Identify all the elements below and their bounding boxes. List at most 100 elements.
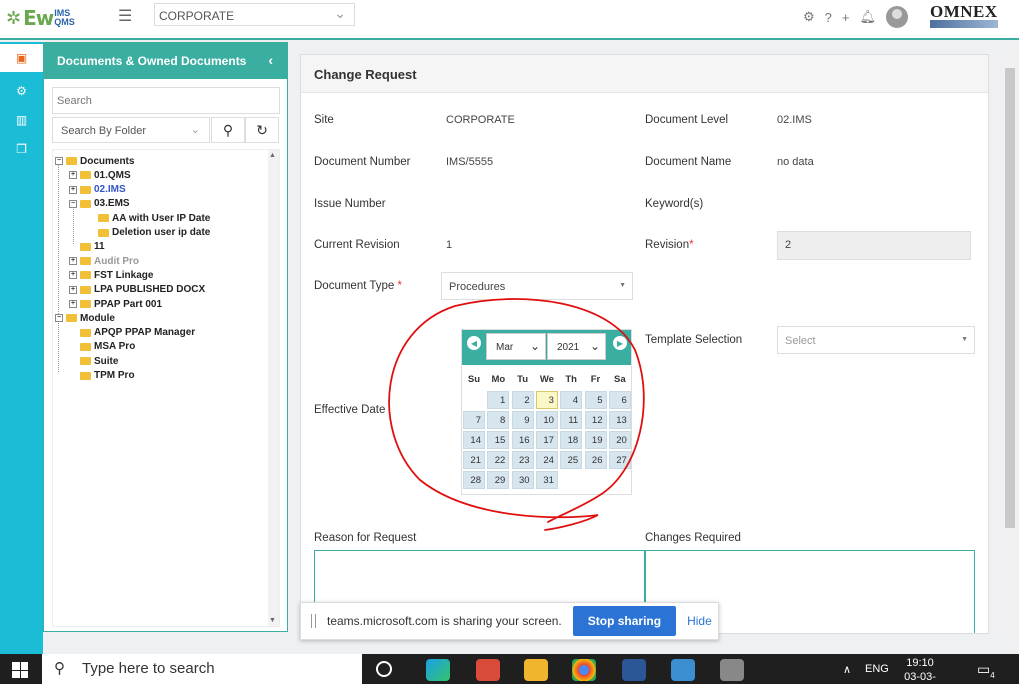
calendar-day[interactable]: 22 xyxy=(487,451,510,469)
calendar-day[interactable]: 15 xyxy=(487,431,510,449)
calendar-day[interactable]: 24 xyxy=(535,451,558,469)
calendar-day[interactable]: 12 xyxy=(584,411,607,429)
collapse-icon[interactable]: − xyxy=(69,199,77,208)
edge-icon[interactable] xyxy=(426,659,450,681)
tree-item[interactable]: + FST Linkage xyxy=(69,268,153,282)
calendar-day[interactable]: 6 xyxy=(608,391,631,409)
copy-rail-icon[interactable]: ❐ xyxy=(0,135,43,163)
month-select[interactable]: Mar ⌄ xyxy=(486,333,546,360)
paint-icon[interactable] xyxy=(720,659,744,681)
calendar-day[interactable]: 17 xyxy=(535,431,558,449)
tree-item[interactable]: Deletion user ip date xyxy=(87,226,210,240)
collapse-icon[interactable]: − xyxy=(55,314,63,323)
site-select[interactable]: CORPORATE ⌄ xyxy=(154,3,355,26)
expand-icon[interactable]: + xyxy=(69,300,77,308)
calendar-day[interactable]: 21 xyxy=(463,451,485,469)
expand-icon[interactable]: + xyxy=(69,171,77,180)
defender-icon[interactable] xyxy=(671,659,695,681)
tree-item[interactable]: AA with User IP Date xyxy=(87,211,210,225)
calendar-day[interactable]: 18 xyxy=(560,431,583,449)
expand-icon[interactable]: + xyxy=(69,285,77,294)
drag-handle-icon[interactable] xyxy=(311,614,316,628)
calendar-day-today[interactable]: 3 xyxy=(535,391,558,409)
tree-item[interactable]: − Documents xyxy=(55,154,134,168)
hide-button[interactable]: Hide xyxy=(687,614,712,628)
calendar-day[interactable]: 26 xyxy=(584,451,607,469)
calendar-day[interactable]: 23 xyxy=(511,451,534,469)
tree-item[interactable]: Suite xyxy=(69,354,118,368)
next-month-icon[interactable]: ▶ xyxy=(613,336,627,350)
expand-icon[interactable]: + xyxy=(69,257,77,266)
language-indicator[interactable]: ENG xyxy=(865,663,889,675)
calendar-day[interactable]: 5 xyxy=(584,391,607,409)
windows-start-icon[interactable] xyxy=(12,662,28,678)
main-scrollbar-thumb[interactable] xyxy=(1005,68,1015,528)
tree-item[interactable]: − 03.EMS xyxy=(69,197,130,211)
calendar-day[interactable]: 13 xyxy=(608,411,631,429)
calendar-day[interactable]: 9 xyxy=(511,411,534,429)
tree-item[interactable]: MSA Pro xyxy=(69,340,135,354)
chevron-left-icon[interactable]: ‹ xyxy=(268,52,273,68)
snip-icon[interactable] xyxy=(476,659,500,681)
help-icon[interactable]: ? xyxy=(825,10,832,25)
avatar[interactable] xyxy=(886,6,908,28)
calendar-day[interactable]: 31 xyxy=(535,471,558,489)
search-input[interactable] xyxy=(52,87,280,114)
revision-field[interactable]: 2 xyxy=(777,231,971,260)
expand-icon[interactable]: + xyxy=(69,271,77,280)
prev-month-icon[interactable]: ◀ xyxy=(467,336,481,350)
calendar-day[interactable]: 10 xyxy=(535,411,558,429)
calendar-day[interactable]: 2 xyxy=(511,391,534,409)
calendar-day[interactable]: 20 xyxy=(608,431,631,449)
search-button[interactable]: ⚲ xyxy=(211,117,245,143)
menu-icon[interactable]: ☰ xyxy=(118,6,132,26)
calendar-day[interactable]: 8 xyxy=(487,411,510,429)
folder-filter-select[interactable]: Search By Folder ⌄ xyxy=(52,117,210,143)
calendar-day[interactable]: 1 xyxy=(487,391,510,409)
tree-item[interactable]: TPM Pro xyxy=(69,369,135,383)
cogs-rail-icon[interactable]: ⚙ xyxy=(0,77,43,105)
expand-icon[interactable]: + xyxy=(69,185,77,194)
word-icon[interactable] xyxy=(622,659,646,681)
building-rail-icon[interactable]: ▥ xyxy=(0,106,43,134)
tree-item[interactable]: − Module xyxy=(55,311,115,325)
calendar-day[interactable]: 11 xyxy=(560,411,583,429)
chevron-up-icon[interactable]: ∧ xyxy=(843,663,851,676)
calendar-day[interactable]: 28 xyxy=(463,471,485,489)
notification-icon[interactable]: ▭4 xyxy=(977,661,995,680)
collapse-icon[interactable]: − xyxy=(55,157,63,165)
calendar-day[interactable]: 25 xyxy=(560,451,583,469)
tree-item[interactable]: 11 xyxy=(69,240,105,254)
tree-item[interactable]: + LPA PUBLISHED DOCX xyxy=(69,283,205,297)
tree-item[interactable]: +01.QMS xyxy=(69,168,131,182)
document-type-select[interactable]: Procedures ▼ xyxy=(441,272,633,300)
bell-icon[interactable]: 🔔︎ xyxy=(859,9,876,25)
tree-scrollbar[interactable]: ▲ ▼ xyxy=(268,150,279,626)
plus-icon[interactable]: + xyxy=(842,10,850,25)
year-select[interactable]: 2021 ⌄ xyxy=(547,333,606,360)
calendar-day[interactable]: 14 xyxy=(463,431,485,449)
tree-item[interactable]: APQP PPAP Manager xyxy=(69,326,195,340)
calendar-day[interactable]: 29 xyxy=(487,471,510,489)
template-select[interactable]: Select ▼ xyxy=(777,326,975,354)
tree-item[interactable]: + Audit Pro xyxy=(69,254,139,268)
clock[interactable]: 19:10 03-03-2021 xyxy=(895,656,945,684)
cortana-icon[interactable] xyxy=(376,661,392,677)
document-rail-icon[interactable]: ▣ xyxy=(0,44,43,72)
file-explorer-icon[interactable] xyxy=(524,659,548,681)
app-logo[interactable]: ✲ Ew IMS QMS xyxy=(6,3,75,33)
calendar-day[interactable]: 7 xyxy=(463,411,485,429)
refresh-button[interactable]: ↻ xyxy=(245,117,279,143)
calendar-day[interactable]: 27 xyxy=(608,451,631,469)
tree-item[interactable]: +02.IMS xyxy=(69,183,126,197)
stop-sharing-button[interactable]: Stop sharing xyxy=(572,606,677,636)
chrome-icon[interactable] xyxy=(572,659,596,681)
calendar-day[interactable]: 19 xyxy=(584,431,607,449)
tree-item[interactable]: + PPAP Part 001 xyxy=(69,297,162,311)
gear-icon[interactable]: ⚙ xyxy=(803,9,815,25)
calendar-day[interactable]: 30 xyxy=(511,471,534,489)
calendar-day[interactable]: 16 xyxy=(511,431,534,449)
main-scrollbar[interactable] xyxy=(1003,54,1017,634)
taskbar-search[interactable]: ⚲ Type here to search xyxy=(42,654,362,684)
calendar-day[interactable]: 4 xyxy=(560,391,583,409)
